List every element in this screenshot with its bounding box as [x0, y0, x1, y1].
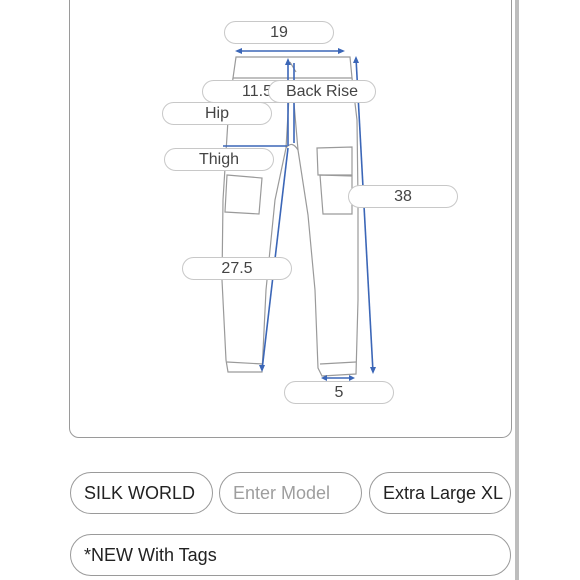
model-input[interactable]: Enter Model — [219, 472, 362, 514]
size-field[interactable]: Extra Large XL — [369, 472, 511, 514]
inseam-label: 27.5 — [182, 257, 292, 280]
back-rise-label: Back Rise — [268, 80, 376, 103]
condition-field[interactable]: *NEW With Tags — [70, 534, 511, 576]
outseam-label: 38 — [348, 185, 458, 208]
waist-label: 19 — [224, 21, 334, 44]
leg-opening-label: 5 — [284, 381, 394, 404]
thigh-label: Thigh — [164, 148, 274, 171]
hip-label: Hip — [162, 102, 272, 125]
brand-field[interactable]: SILK WORLD — [70, 472, 213, 514]
